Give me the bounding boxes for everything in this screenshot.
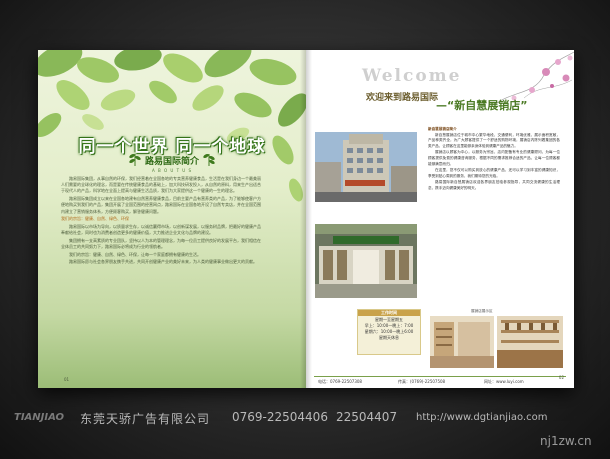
footer-fax: 传真：(0769)-22507508 [398, 379, 446, 384]
photo-caption: 展销店展示区 [471, 309, 493, 313]
right-paragraph: 在这里，您不仅可以购买到放心的健康产品，还可以学习到丰富的健康知识，享受到贴心周… [428, 168, 560, 178]
brochure-spread: 同一个世界 同一个地球 路易国际简介 A B O U T U S 路易国际集团，… [38, 50, 574, 388]
left-body-text: 路易国际集团，从事自然的环保，我们经营着在全国各地的专卖营养健康食品，生活是在我… [61, 176, 261, 267]
storefront-photo [315, 224, 417, 298]
business-hours-title: 工作时间 [358, 310, 420, 316]
store-building-photo [315, 132, 417, 202]
right-page: Welcome 欢迎来到路易国际 —“新自慧展销店” 新自慧展销店简介 新自慧展… [306, 50, 574, 388]
welcome-subheading: 欢迎来到路易国际 [366, 93, 439, 103]
company-logo: TIANJIAO [14, 412, 65, 423]
left-subtitle: 路易国际简介 [144, 157, 199, 167]
shop-interior-photo [430, 316, 494, 368]
company-phone: 0769-22504406 [232, 410, 328, 424]
company-name: 东莞天骄广告有限公司 [80, 412, 211, 426]
footer-web: 网址：www.luyi.com [484, 379, 524, 384]
store-name: —“新自慧展销店” [436, 99, 528, 112]
company-url: http://www.dgtianjiao.com [416, 412, 548, 423]
welcome-heading: Welcome [362, 66, 462, 86]
left-highlight: 我们的宗旨：健康、自然、绿色、环保 [61, 216, 129, 222]
left-page: 同一个世界 同一个地球 路易国际简介 A B O U T U S 路易国际集团，… [38, 50, 306, 388]
right-paragraph: 展销店以顾客为中心，以服务为宗旨，店内配备有专业的健康顾问，为每一位顾客提供免费… [428, 150, 560, 166]
left-paragraph: 路易国际以市场为导向，以质量求生存，以诚信赢得市场，以创新谋发展，以服务树品牌，… [61, 223, 261, 236]
left-paragraph: 集团拥有一支高素质的专业团队，坚持以人为本的管理理念，为每一位员工提供良好的发展… [61, 237, 261, 250]
left-subtitle-en: A B O U T U S [151, 168, 193, 173]
right-page-number: 02 [558, 375, 564, 380]
business-hours-line: 星期天休息 [379, 335, 399, 340]
left-paragraph: 我们的宗旨：健康、自然、绿色、环保，让每一个家庭都拥有健康的生活。 [69, 251, 201, 257]
shop-counter-photo [497, 316, 563, 368]
footer-phone: 电话：0769-22507308 [318, 379, 362, 384]
site-watermark: nj1zw.cn [540, 434, 592, 448]
left-paragraph: 路易国际集团成立以来在全国各地建有自然营养健康食品，目前主要产品有营养类的产品，… [61, 196, 261, 214]
footer-rule [314, 376, 566, 377]
right-body-text: 新自慧展销店简介 新自慧展销店位于城市中心繁华地段，交通便利，环境优雅，展示面积… [428, 127, 560, 193]
right-paragraph: 新自慧展销店位于城市中心繁华地段，交通便利，环境优雅，展示面积宽敞，产品种类齐全… [428, 132, 560, 148]
company-phone-alt: 22504407 [336, 410, 398, 424]
left-paragraph: 路易国际集团，从事自然的环保，我们经营着在全国各地的专卖营养健康食品，生活是在我… [61, 176, 261, 194]
left-page-number: 01 [64, 377, 70, 382]
right-paragraph: 路易国际新自慧展销店欢迎各界朋友莅临参观指导，共同交流健康的生活理念，携手迈向健… [428, 180, 560, 190]
left-paragraph: 路易国际愿与社会各界朋友携手共进，共同开创健康产业的美好未来，为人类的健康事业做… [69, 259, 257, 265]
left-subtitle-block: 路易国际简介 A B O U T U S [38, 154, 306, 173]
business-hours-box: 工作时间 星期一至星期五 早上：10:00—晚上：7:00 星期六：10:00—… [357, 309, 421, 355]
